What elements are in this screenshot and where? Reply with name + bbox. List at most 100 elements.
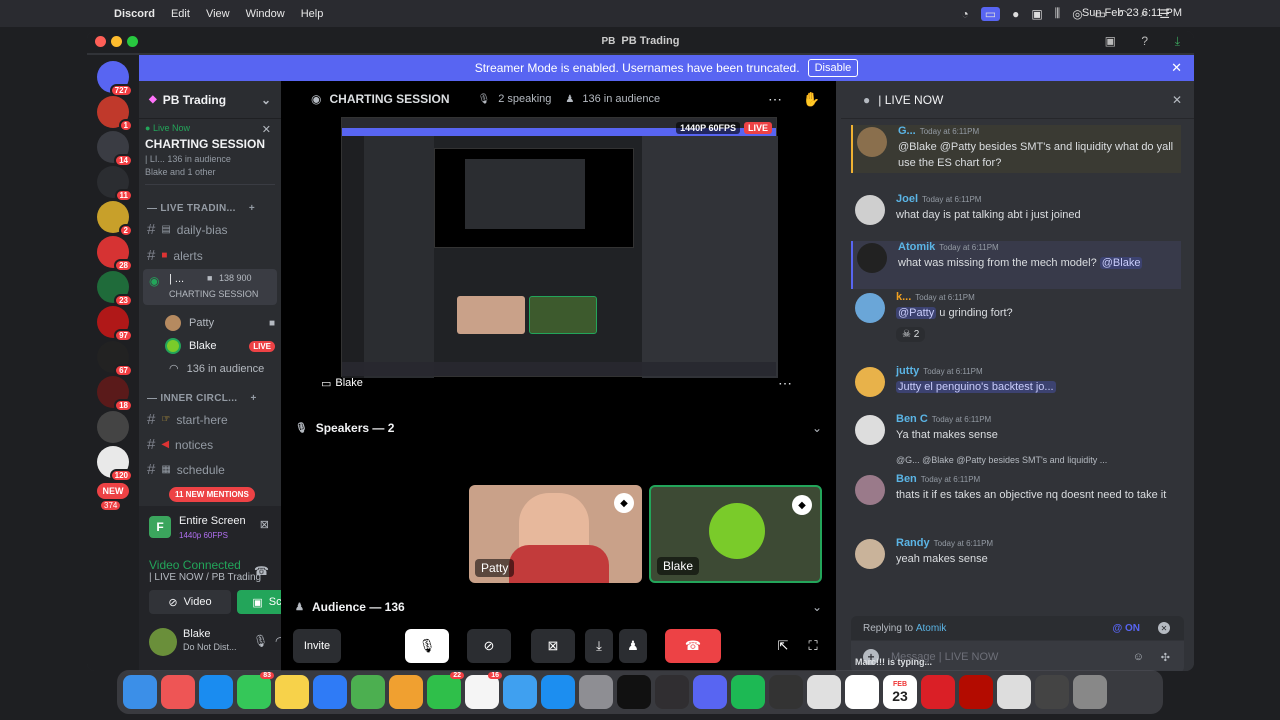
- chrome-icon[interactable]: [807, 675, 841, 709]
- server-icon[interactable]: [97, 411, 129, 443]
- chat-message[interactable]: jutty Today at 6:11PM Jutty el penguino's …: [851, 365, 1181, 413]
- notes-icon[interactable]: [275, 675, 309, 709]
- server-icon[interactable]: 67: [97, 341, 133, 377]
- emoji-icon[interactable]: ☺: [1133, 651, 1144, 663]
- server-icon[interactable]: 2: [97, 201, 133, 237]
- microphone-icon[interactable]: 🎙: [253, 634, 268, 648]
- channel-alerts[interactable]: # ■ alerts: [147, 247, 203, 264]
- creative-cloud-icon[interactable]: [921, 675, 955, 709]
- avatar[interactable]: [855, 367, 885, 397]
- menu-help[interactable]: Help: [301, 8, 324, 20]
- mail-icon[interactable]: [313, 675, 347, 709]
- app-store-icon[interactable]: [541, 675, 575, 709]
- live-now-card[interactable]: ● Live Now ✕ CHARTING SESSION | LI... 13…: [145, 121, 275, 185]
- avatar[interactable]: [855, 475, 885, 505]
- stop-stream-button[interactable]: ⊠: [531, 629, 575, 663]
- cancel-reply-icon[interactable]: ✕: [1158, 622, 1170, 634]
- server-icon[interactable]: 727: [97, 61, 133, 97]
- plus-icon[interactable]: +: [249, 203, 255, 214]
- avatar[interactable]: [855, 293, 885, 323]
- acrobat-icon[interactable]: [959, 675, 993, 709]
- message-author[interactable]: Ben Today at 6:11PM: [896, 473, 980, 485]
- category-live-trading[interactable]: — LIVE TRADIN... +: [147, 203, 255, 214]
- channel-schedule[interactable]: # ▦ schedule: [147, 461, 225, 478]
- speaker-tile-blake[interactable]: ◆ Blake: [649, 485, 822, 583]
- new-mentions-pill[interactable]: 11 NEW MENTIONS: [169, 487, 255, 502]
- settings-icon[interactable]: [579, 675, 613, 709]
- avatar[interactable]: [857, 243, 887, 273]
- trash-icon[interactable]: [1073, 675, 1107, 709]
- weather-icon[interactable]: [503, 675, 537, 709]
- voice-user-blake[interactable]: Blake LIVE: [165, 338, 275, 354]
- guild-header[interactable]: ◆ PB Trading ⌄: [139, 81, 281, 119]
- dot-icon[interactable]: ●: [1012, 7, 1019, 21]
- microphone-button[interactable]: 🎙: [405, 629, 449, 663]
- screen-share-stream[interactable]: 1440P 60FPS LIVE: [341, 117, 778, 378]
- server-icon[interactable]: 14: [97, 131, 133, 167]
- finder-icon[interactable]: [123, 675, 157, 709]
- avatar[interactable]: [855, 195, 885, 225]
- message-author[interactable]: Joel Today at 6:11PM: [896, 193, 981, 205]
- chat-message[interactable]: Joel Today at 6:11PM what day is pat talki…: [851, 193, 1181, 241]
- chevron-down-icon[interactable]: ⌄: [812, 600, 822, 614]
- more-icon[interactable]: ⋯: [768, 91, 782, 108]
- menu-edit[interactable]: Edit: [171, 8, 190, 20]
- download-icon[interactable]: ⤓: [1175, 34, 1180, 49]
- disable-button[interactable]: Disable: [807, 59, 859, 77]
- safari-icon[interactable]: [199, 675, 233, 709]
- message-author[interactable]: jutty Today at 6:11PM: [896, 365, 983, 377]
- chat-message[interactable]: Randy Today at 6:11PM yeah makes sense: [851, 537, 1181, 585]
- message-author[interactable]: Randy Today at 6:11PM: [896, 537, 993, 549]
- speakers-header[interactable]: 🎙 Speakers — 2: [295, 421, 394, 435]
- menu-view[interactable]: View: [206, 8, 230, 20]
- voice-channel-stage[interactable]: ◉ | ... ■ 138 900 CHARTING SESSION: [143, 269, 277, 305]
- help-icon[interactable]: [1035, 675, 1069, 709]
- leave-call-button[interactable]: ☎: [665, 629, 721, 663]
- menu-window[interactable]: Window: [246, 8, 285, 20]
- avatar[interactable]: [855, 415, 885, 445]
- mention[interactable]: @Patty: [896, 307, 937, 319]
- message-author[interactable]: Ben C Today at 6:11PM: [896, 413, 991, 425]
- apps-icon[interactable]: ✣: [1161, 651, 1170, 664]
- stop-share-icon[interactable]: ⊠: [260, 518, 269, 531]
- launchpad-icon[interactable]: [161, 675, 195, 709]
- more-icon[interactable]: ⋯: [778, 375, 792, 392]
- spotify-icon[interactable]: [731, 675, 765, 709]
- category-inner-circle[interactable]: — INNER CIRCL... +: [147, 393, 257, 404]
- menubar-clock[interactable]: Sun Feb 23 6:11 PM: [1082, 7, 1182, 19]
- fullscreen-icon[interactable]: ⛶: [801, 629, 825, 663]
- server-icon[interactable]: 28: [97, 236, 133, 272]
- message-author[interactable]: Atomik Today at 6:11PM: [898, 241, 999, 253]
- raise-hand-icon[interactable]: ✋: [803, 91, 820, 108]
- close-icon[interactable]: ✕: [1172, 93, 1182, 107]
- obs-icon[interactable]: [655, 675, 689, 709]
- audience-header[interactable]: ♟ Audience — 136: [295, 600, 405, 614]
- chat-message[interactable]: @G... @Blake @Patty besides SMT's and li…: [851, 455, 1181, 507]
- server-icon[interactable]: 18: [97, 376, 133, 412]
- message-author[interactable]: k... Today at 6:11PM: [896, 291, 975, 303]
- reaction[interactable]: ☠ 2: [896, 327, 926, 342]
- channel-start-here[interactable]: # ☞ start-here: [147, 411, 228, 428]
- help-icon[interactable]: ?: [1141, 34, 1148, 48]
- maps-icon[interactable]: [351, 675, 385, 709]
- camera-off-button[interactable]: ⊘: [467, 629, 511, 663]
- status-icon-2[interactable]: ▣: [1031, 7, 1042, 21]
- quicktime-icon[interactable]: [769, 675, 803, 709]
- audience-button[interactable]: ♟: [619, 629, 647, 663]
- chat-message[interactable]: k... Today at 6:11PM @Patty u grinding for…: [851, 291, 1181, 342]
- avatar[interactable]: [857, 127, 887, 157]
- chat-message[interactable]: Ben C Today at 6:11PM Ya that makes sense: [851, 413, 1181, 461]
- photos-icon[interactable]: [389, 675, 423, 709]
- screen-record-icon[interactable]: ▭: [980, 6, 1001, 21]
- reply-preview[interactable]: @G... @Blake @Patty besides SMT's and li…: [896, 455, 1107, 465]
- speaker-tile-patty[interactable]: ◆ Patty: [469, 485, 642, 583]
- audio-icon[interactable]: ⫼: [1055, 6, 1061, 21]
- server-icon[interactable]: 97: [97, 306, 133, 342]
- tradingview-icon[interactable]: [617, 675, 651, 709]
- facetime-icon[interactable]: 22: [427, 672, 464, 709]
- server-icon[interactable]: 120: [97, 446, 133, 482]
- slack-icon[interactable]: [845, 675, 879, 709]
- new-servers-pill[interactable]: NEW: [97, 483, 129, 499]
- message-author[interactable]: G... Today at 6:11PM: [898, 125, 979, 137]
- popout-icon[interactable]: ⇱: [771, 629, 795, 663]
